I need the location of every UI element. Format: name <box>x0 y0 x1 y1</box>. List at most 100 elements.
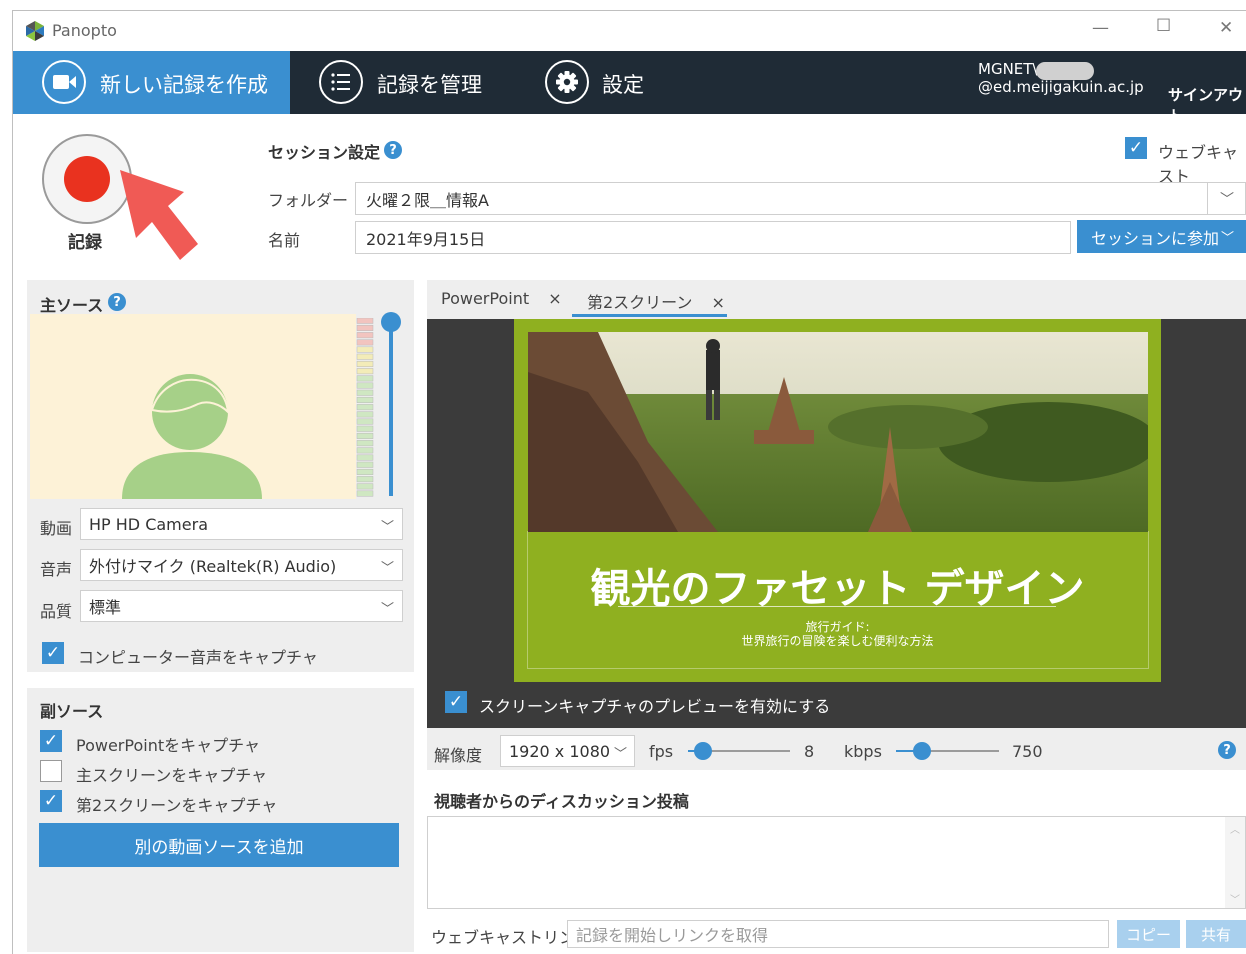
resolution-select[interactable]: 1920 x 1080 ﹀ <box>500 735 635 767</box>
vu-segment <box>356 440 374 447</box>
audio-value: 外付けマイク (Realtek(R) Audio) <box>89 557 337 576</box>
vu-segment <box>356 324 374 331</box>
vu-segment <box>356 382 374 389</box>
capture-second-screen-checkbox[interactable]: ✓ <box>40 790 62 812</box>
kbps-value: 750 <box>1012 742 1043 761</box>
capture-audio-checkbox[interactable]: ✓ <box>42 642 64 664</box>
capture-powerpoint-label: PowerPointをキャプチャ <box>76 736 260 755</box>
minimize-icon[interactable]: — <box>1092 18 1109 38</box>
folder-value: 火曜２限＿情報A <box>366 190 489 210</box>
help-icon[interactable]: ? <box>384 141 402 159</box>
vu-segment <box>356 476 374 483</box>
nav-settings-label[interactable]: 設定 <box>602 69 644 99</box>
chevron-down-icon: ﹀ <box>613 747 627 762</box>
discussion-heading: 視聴者からのディスカッション投稿 <box>434 792 689 811</box>
title-bar <box>13 11 1246 51</box>
tab-second-screen[interactable]: 第2スクリーン × <box>587 289 725 313</box>
vu-segment <box>356 346 374 353</box>
resolution-label: 解像度 <box>434 746 483 765</box>
user-placeholder-icon <box>122 374 262 499</box>
capture-main-screen-checkbox[interactable] <box>40 760 62 782</box>
audio-label: 音声 <box>40 560 73 579</box>
audio-level-meter <box>356 318 374 497</box>
kbps-slider[interactable] <box>896 742 999 760</box>
enable-preview-checkbox[interactable]: ✓ <box>445 691 467 713</box>
kbps-label: kbps <box>844 742 882 761</box>
chevron-down-icon[interactable]: ﹀ <box>1207 182 1246 215</box>
signout-link[interactable]: サインアウト <box>1168 84 1246 126</box>
vu-segment <box>356 339 374 346</box>
nav-create-label[interactable]: 新しい記録を作成 <box>100 69 268 99</box>
session-heading: セッション設定 <box>268 143 381 162</box>
tab-close-icon[interactable]: × <box>711 293 724 312</box>
vu-segment <box>356 404 374 411</box>
vu-segment <box>356 411 374 418</box>
vu-segment <box>356 360 374 367</box>
vu-segment <box>356 375 374 382</box>
vu-segment <box>356 389 374 396</box>
webcast-checkbox[interactable]: ✓ <box>1125 137 1147 159</box>
chevron-down-icon: ﹀ <box>380 561 394 576</box>
scrollbar[interactable]: ︿ ﹀ <box>1225 817 1245 908</box>
folder-label: フォルダー <box>268 191 349 210</box>
capture-second-screen-label: 第2スクリーンをキャプチャ <box>76 796 278 815</box>
video-camera-icon <box>42 60 86 104</box>
enable-preview-label: スクリーンキャプチャのプレビューを有効にする <box>479 697 831 716</box>
scroll-up-icon[interactable]: ︿ <box>1230 821 1240 836</box>
scroll-down-icon[interactable]: ﹀ <box>1230 891 1240 906</box>
vu-segment <box>356 418 374 425</box>
vu-segment <box>356 483 374 490</box>
chevron-down-icon: ﹀ <box>380 602 394 617</box>
webcast-label: ウェブキャスト <box>1158 143 1239 186</box>
kbps-slider-knob[interactable] <box>913 742 931 760</box>
pointer-arrow-annotation <box>120 170 198 260</box>
maximize-icon[interactable]: ☐ <box>1156 16 1171 36</box>
join-session-button[interactable]: セッションに参加 ﹀ <box>1077 220 1246 253</box>
landscape-photo <box>528 332 1148 532</box>
join-session-label: セッションに参加 <box>1091 228 1220 248</box>
vu-segment <box>356 432 374 439</box>
record-label: 記録 <box>68 233 102 253</box>
window-border <box>12 10 13 954</box>
tab-close-icon[interactable]: × <box>548 289 561 308</box>
gear-icon[interactable] <box>545 60 589 104</box>
folder-select[interactable]: 火曜２限＿情報A <box>355 182 1246 215</box>
tab-powerpoint[interactable]: PowerPoint × <box>441 289 562 308</box>
webcast-link-input[interactable]: 記録を開始しリンクを取得 <box>567 920 1109 948</box>
close-icon[interactable]: ✕ <box>1219 18 1233 38</box>
volume-slider-knob[interactable] <box>381 312 401 332</box>
slide-divider <box>618 606 1056 607</box>
fps-label: fps <box>649 742 674 761</box>
audio-select[interactable]: 外付けマイク (Realtek(R) Audio) ﹀ <box>80 549 403 581</box>
secondary-heading: 副ソース <box>40 702 104 721</box>
vu-segment <box>356 396 374 403</box>
add-video-source-button[interactable]: 別の動画ソースを追加 <box>39 823 399 867</box>
fps-slider[interactable] <box>688 742 790 760</box>
slide-subtitle-2: 世界旅行の冒険を楽しむ便利な方法 <box>741 634 934 648</box>
vu-segment <box>356 454 374 461</box>
nav-manage-label[interactable]: 記録を管理 <box>377 69 482 99</box>
share-button[interactable]: 共有 <box>1186 920 1246 948</box>
vu-segment <box>356 461 374 468</box>
help-icon[interactable]: ? <box>108 293 126 311</box>
secondary-source-panel <box>27 688 414 952</box>
quality-select[interactable]: 標準 ﹀ <box>80 590 403 622</box>
discussion-area[interactable]: ︿ ﹀ <box>427 816 1246 909</box>
vu-segment <box>356 468 374 475</box>
video-select[interactable]: HP HD Camera ﹀ <box>80 508 403 540</box>
chevron-down-icon: ﹀ <box>380 520 394 535</box>
volume-slider-track[interactable] <box>389 322 393 496</box>
capture-audio-label: コンピューター音声をキャプチャ <box>78 648 318 667</box>
list-icon[interactable] <box>319 60 363 104</box>
fps-slider-knob[interactable] <box>694 742 712 760</box>
capture-powerpoint-checkbox[interactable]: ✓ <box>40 730 62 752</box>
redaction-mask <box>1036 62 1094 80</box>
name-input[interactable]: 2021年9月15日 <box>355 221 1071 254</box>
name-value: 2021年9月15日 <box>366 229 486 249</box>
copy-button[interactable]: コピー <box>1117 920 1180 948</box>
vu-segment <box>356 447 374 454</box>
help-icon[interactable]: ? <box>1218 741 1236 759</box>
video-label: 動画 <box>40 519 73 538</box>
user-email-prefix: MGNET\ <box>978 60 1038 78</box>
vu-segment <box>356 490 374 497</box>
